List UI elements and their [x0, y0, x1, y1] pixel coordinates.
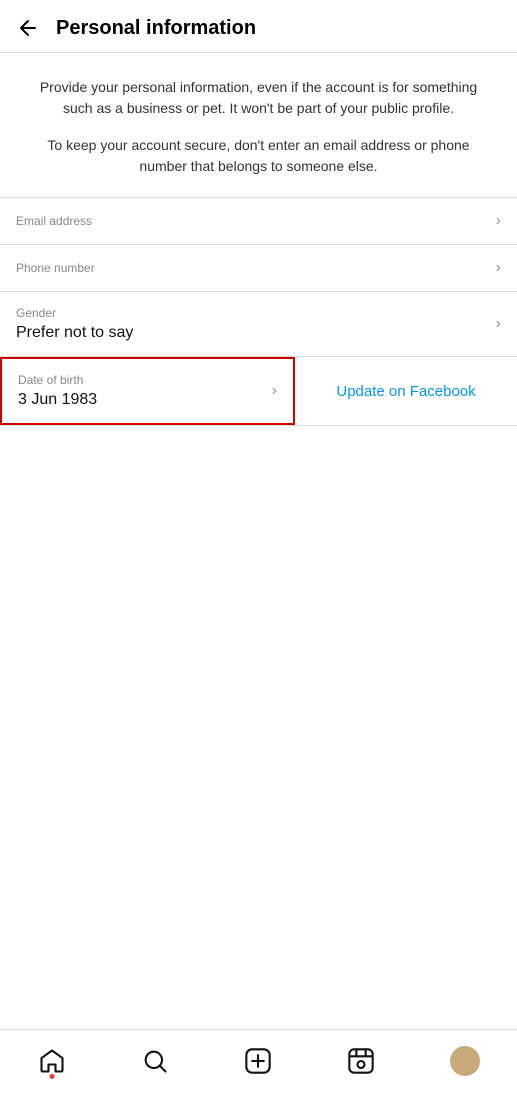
email-content: Email address [16, 214, 92, 228]
warning-text: To keep your account secure, don't enter… [24, 135, 493, 177]
info-section: Provide your personal information, even … [0, 53, 517, 198]
dob-row: Date of birth 3 Jun 1983 › Update on Fac… [0, 357, 517, 426]
email-label: Email address [16, 214, 92, 228]
gender-value: Prefer not to say [16, 324, 133, 342]
nav-search[interactable] [133, 1043, 177, 1079]
page-title: Personal information [56, 17, 256, 40]
gender-content: Gender Prefer not to say [16, 306, 133, 342]
email-row[interactable]: Email address › [0, 198, 517, 245]
back-icon [16, 16, 40, 40]
nav-home[interactable] [30, 1043, 74, 1079]
home-active-dot [49, 1074, 54, 1079]
add-icon [244, 1047, 272, 1075]
gender-label: Gender [16, 306, 133, 320]
gender-row[interactable]: Gender Prefer not to say › [0, 292, 517, 357]
list-section: Email address › Phone number › Gender Pr… [0, 198, 517, 728]
home-icon [38, 1047, 66, 1075]
dob-item[interactable]: Date of birth 3 Jun 1983 › [0, 357, 295, 425]
dob-content: Date of birth 3 Jun 1983 [18, 373, 97, 409]
bottom-nav [0, 1029, 517, 1100]
email-chevron-icon: › [496, 212, 501, 230]
dob-chevron-icon: › [272, 382, 277, 400]
description-text: Provide your personal information, even … [24, 77, 493, 119]
nav-add[interactable] [236, 1043, 280, 1079]
header: Personal information [0, 0, 517, 53]
phone-chevron-icon: › [496, 259, 501, 277]
nav-reels[interactable] [339, 1043, 383, 1079]
reels-icon [347, 1047, 375, 1075]
profile-avatar [450, 1046, 480, 1076]
phone-row[interactable]: Phone number › [0, 245, 517, 292]
nav-profile[interactable] [442, 1042, 488, 1080]
dob-value: 3 Jun 1983 [18, 391, 97, 409]
back-button[interactable] [16, 16, 40, 40]
phone-content: Phone number [16, 261, 95, 275]
facebook-link[interactable]: Update on Facebook [295, 369, 517, 414]
gender-chevron-icon: › [496, 315, 501, 333]
phone-label: Phone number [16, 261, 95, 275]
search-icon [141, 1047, 169, 1075]
dob-label: Date of birth [18, 373, 97, 387]
